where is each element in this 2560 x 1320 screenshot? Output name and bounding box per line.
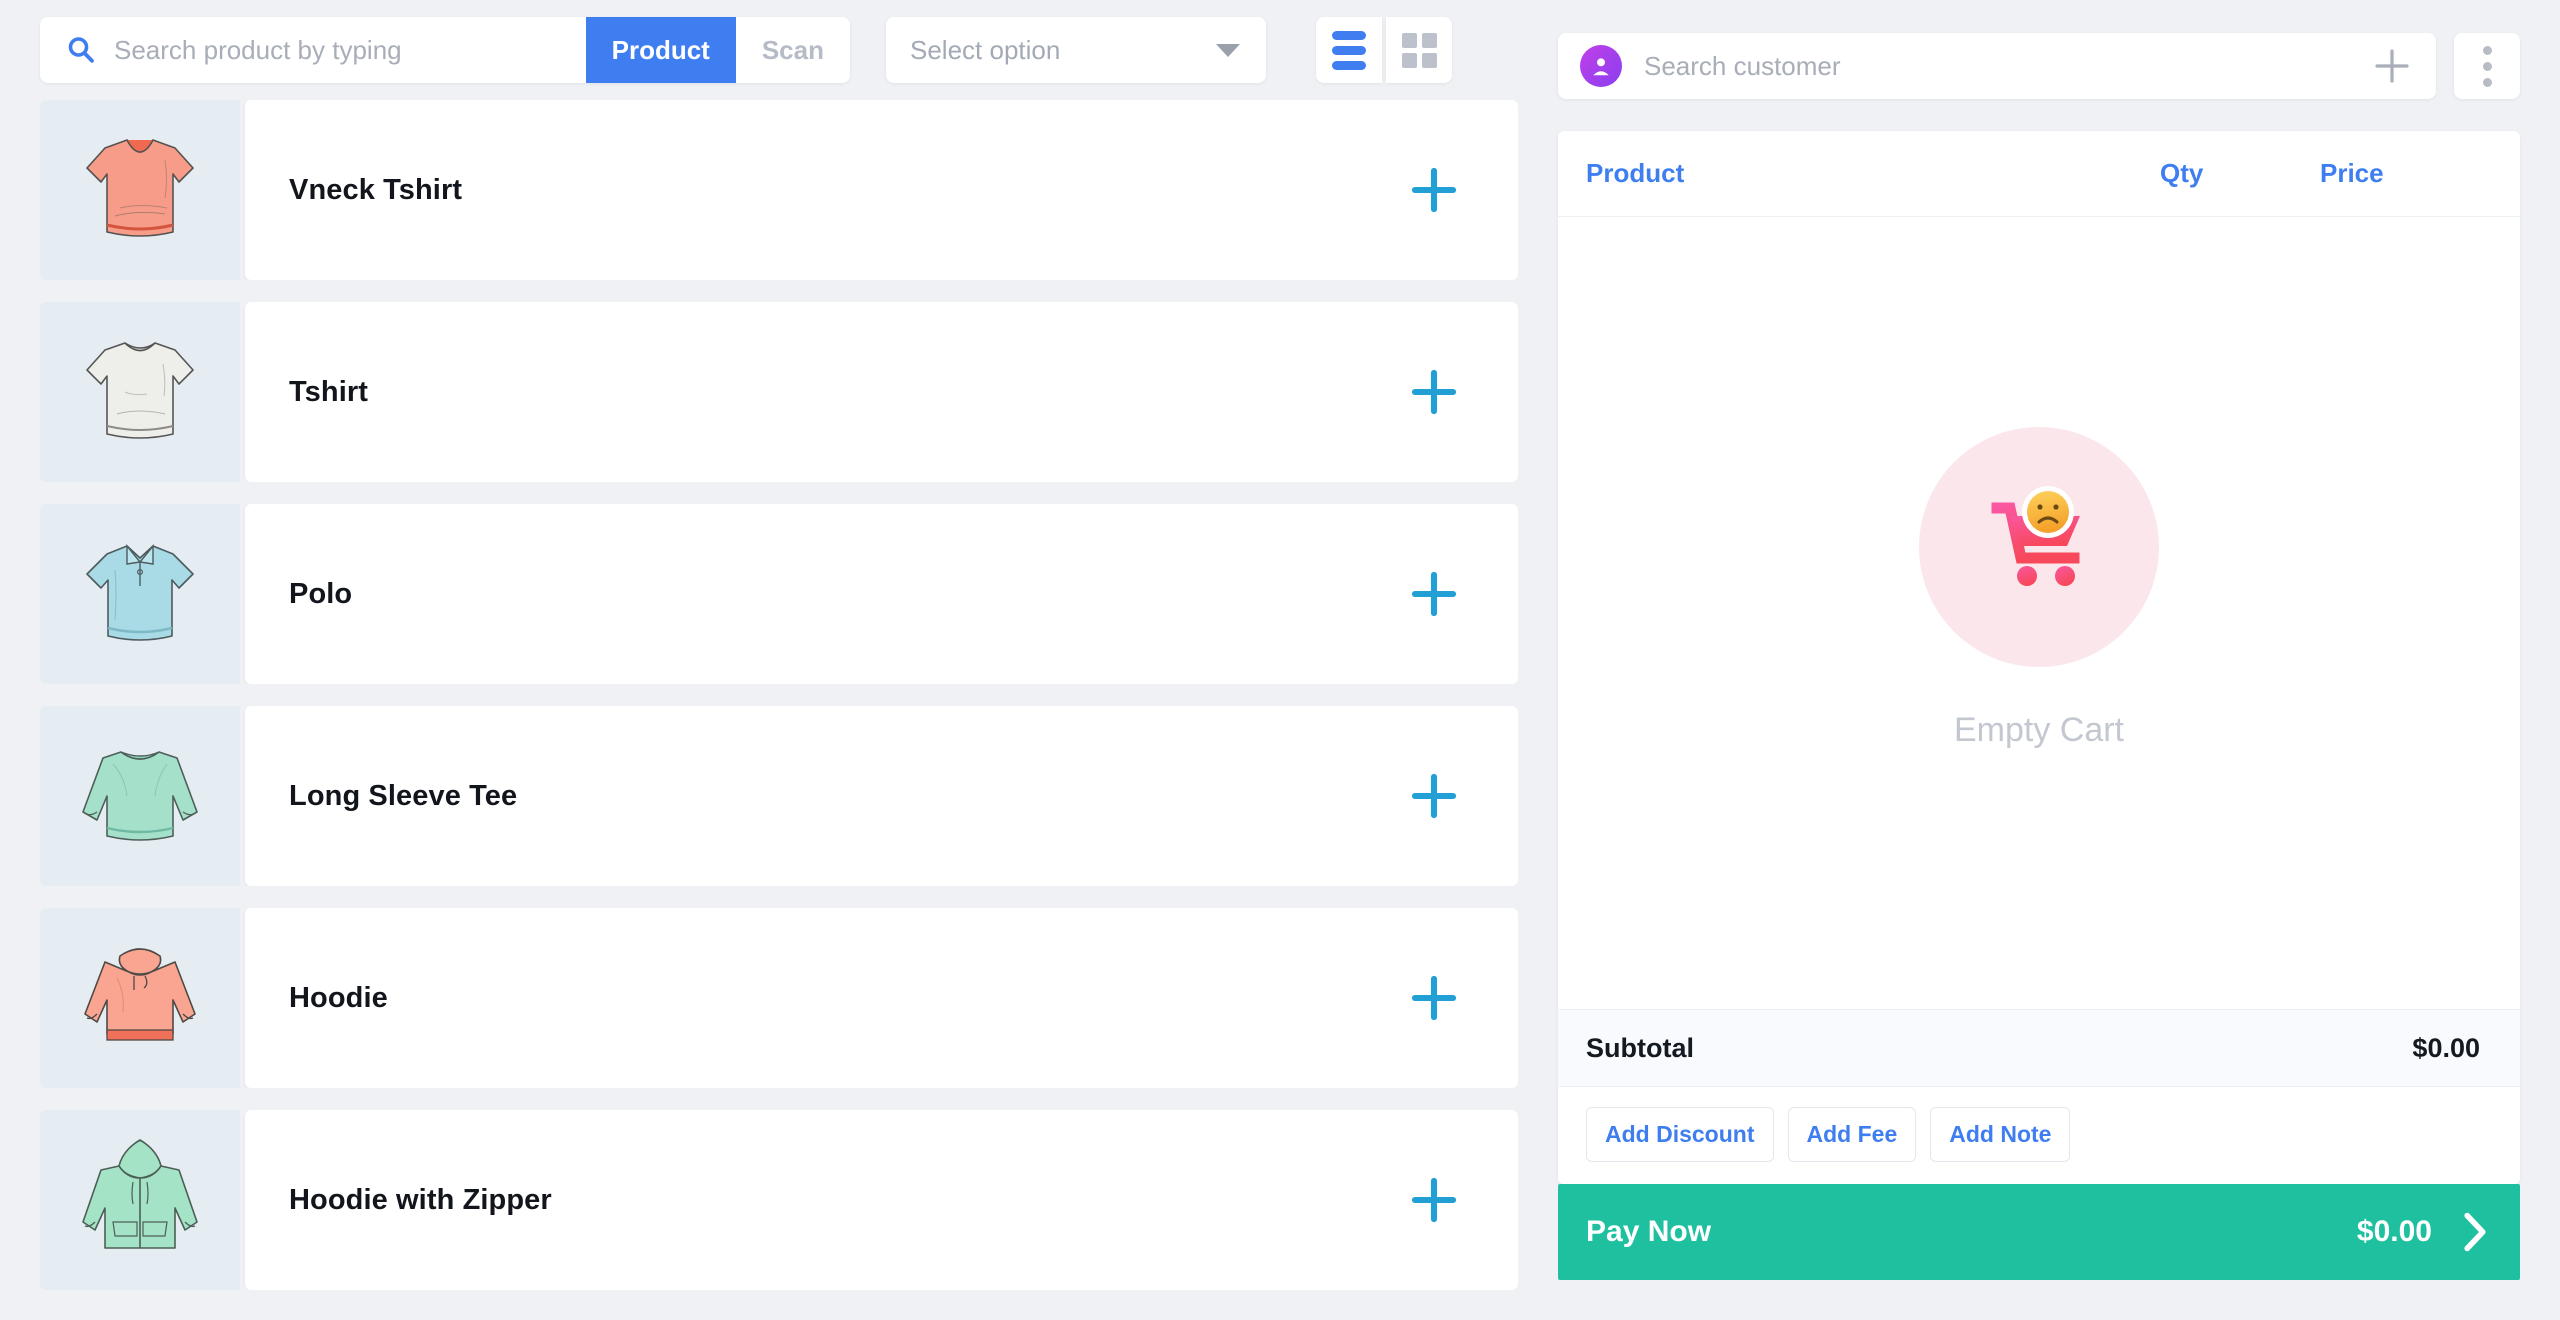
- list-view-button[interactable]: [1316, 17, 1382, 83]
- grid-view-icon: [1401, 32, 1437, 68]
- product-thumbnail: [40, 100, 240, 280]
- cart-card: Product Qty Price Empty Cart Subtotal $0…: [1558, 131, 2520, 1184]
- view-toggle-group: [1316, 17, 1452, 83]
- more-vertical-icon: [2482, 77, 2492, 87]
- subtotal-label: Subtotal: [1586, 1032, 1694, 1063]
- add-fee-button[interactable]: Add Fee: [1787, 1107, 1917, 1162]
- add-product-button[interactable]: [1404, 968, 1464, 1028]
- plus-icon: [1411, 571, 1457, 617]
- hoodie-thumb: [84, 948, 196, 1041]
- plus-icon: [1411, 1177, 1457, 1223]
- add-customer-button[interactable]: [2372, 46, 2412, 86]
- pay-now-right: $0.00: [2357, 1211, 2488, 1253]
- more-options-button[interactable]: [2454, 33, 2520, 99]
- add-product-button[interactable]: [1404, 564, 1464, 624]
- add-note-button[interactable]: Add Note: [1930, 1107, 2071, 1162]
- product-search-bar: Product Scan: [40, 17, 850, 83]
- vneck-tshirt-thumb: [86, 139, 194, 237]
- product-row-body: Polo: [245, 504, 1518, 684]
- cart-actions: Add Discount Add Fee Add Note: [1558, 1087, 2520, 1184]
- subtotal-value: $0.00: [2412, 1032, 2480, 1063]
- product-thumbnail: [40, 302, 240, 482]
- search-mode-tabs: Product Scan: [585, 17, 850, 83]
- product-name: Tshirt: [289, 375, 369, 408]
- plus-icon: [1411, 975, 1457, 1021]
- pos-app: Product Scan Select option: [0, 0, 2560, 1320]
- product-row[interactable]: Hoodie with Zipper: [40, 1110, 1518, 1290]
- plus-icon: [1411, 773, 1457, 819]
- customer-search-input[interactable]: [1642, 32, 2352, 100]
- add-product-button[interactable]: [1404, 766, 1464, 826]
- pay-now-amount: $0.00: [2356, 1215, 2432, 1248]
- product-row-body: Hoodie with Zipper: [245, 1110, 1518, 1290]
- product-name: Hoodie: [289, 981, 388, 1014]
- product-thumbnail: [40, 908, 240, 1088]
- tab-scan[interactable]: Scan: [735, 17, 850, 83]
- product-row[interactable]: Vneck Tshirt: [40, 100, 1518, 280]
- tab-product[interactable]: Product: [585, 17, 736, 83]
- list-view-icon: [1332, 30, 1366, 70]
- category-select[interactable]: Select option: [886, 17, 1266, 83]
- tshirt-thumb: [86, 342, 194, 439]
- polo-thumb: [86, 544, 194, 641]
- customer-bar: [1558, 32, 2520, 100]
- subtotal-row: Subtotal $0.00: [1558, 1009, 2520, 1087]
- empty-cart-icon: [1919, 426, 2159, 667]
- pay-now-button[interactable]: Pay Now $0.00: [1558, 1184, 2520, 1280]
- add-product-button[interactable]: [1404, 1170, 1464, 1230]
- chevron-right-icon: [2464, 1212, 2486, 1252]
- product-row[interactable]: Long Sleeve Tee: [40, 706, 1518, 886]
- product-panel: Product Scan Select option: [0, 0, 1558, 1320]
- more-vertical-icon: [2482, 61, 2492, 71]
- hoodie-with-zipper-thumb: [82, 1139, 198, 1249]
- customer-search-bar: [1558, 32, 2436, 100]
- plus-icon: [2375, 49, 2409, 83]
- cart-column-qty: Qty: [2160, 158, 2204, 188]
- product-name: Hoodie with Zipper: [289, 1183, 552, 1216]
- search-icon: [66, 35, 96, 65]
- empty-cart-label: Empty Cart: [1953, 710, 2125, 749]
- cart-items-area: Empty Cart: [1558, 217, 2520, 1009]
- plus-icon: [1411, 167, 1457, 213]
- product-search-field: [40, 17, 586, 83]
- product-thumbnail: [40, 706, 240, 886]
- product-row[interactable]: Polo: [40, 504, 1518, 684]
- product-name: Polo: [289, 577, 353, 610]
- product-toolbar: Product Scan Select option: [0, 0, 1558, 100]
- cart-table-header: Product Qty Price: [1558, 131, 2520, 217]
- add-product-button[interactable]: [1404, 362, 1464, 422]
- chevron-down-icon: [1216, 43, 1240, 57]
- product-thumbnail: [40, 504, 240, 684]
- empty-cart-state: Empty Cart: [1919, 426, 2159, 750]
- pay-now-label: Pay Now: [1586, 1215, 1712, 1248]
- cart-column-price: Price: [2320, 158, 2384, 188]
- product-name: Long Sleeve Tee: [289, 779, 518, 812]
- long-sleeve-tee-thumb: [82, 751, 198, 841]
- product-row-body: Long Sleeve Tee: [245, 706, 1518, 886]
- cart-column-product: Product: [1586, 158, 1685, 188]
- product-row[interactable]: Hoodie: [40, 908, 1518, 1088]
- product-thumbnail: [40, 1110, 240, 1290]
- category-select-label: Select option: [910, 34, 1061, 65]
- product-row-body: Hoodie: [245, 908, 1518, 1088]
- cart-panel: Product Qty Price: [1558, 0, 2560, 1320]
- add-product-button[interactable]: [1404, 160, 1464, 220]
- user-avatar-icon: [1580, 45, 1622, 87]
- product-list[interactable]: Vneck Tshirt Tshirt Polo Long Sleeve Tee…: [40, 100, 1518, 1320]
- add-discount-button[interactable]: Add Discount: [1586, 1107, 1774, 1162]
- plus-icon: [1411, 369, 1457, 415]
- product-row-body: Tshirt: [245, 302, 1518, 482]
- product-row-body: Vneck Tshirt: [245, 100, 1518, 280]
- product-name: Vneck Tshirt: [289, 173, 463, 206]
- product-row[interactable]: Tshirt: [40, 302, 1518, 482]
- grid-view-button[interactable]: [1386, 17, 1452, 83]
- more-vertical-icon: [2482, 45, 2492, 55]
- search-input[interactable]: [114, 17, 586, 83]
